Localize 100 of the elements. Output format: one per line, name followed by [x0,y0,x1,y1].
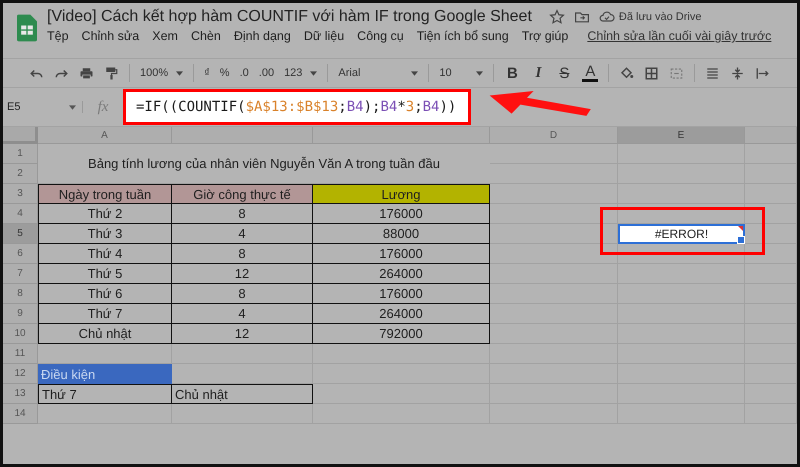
menu-item[interactable]: Trợ giúp [522,29,568,43]
percent-format-button[interactable]: % [220,67,230,79]
vertical-align-icon[interactable] [730,66,746,80]
grid-cell[interactable] [745,264,797,284]
menu-item[interactable]: Chèn [190,29,221,43]
table-cell: 792000 [313,324,490,344]
print-icon[interactable] [79,66,94,80]
row-header[interactable]: 5 [3,224,38,244]
align-icon[interactable] [705,66,720,80]
currency-format-button[interactable]: ₫ [204,67,210,79]
font-size-select[interactable]: 10 [439,67,484,79]
menu-item[interactable]: Tệp [47,29,69,43]
save-status: Đã lưu vào Drive [618,11,702,23]
column-header[interactable] [172,127,313,144]
caret-icon [69,104,76,110]
grid-cell[interactable] [745,384,797,404]
grid-cell[interactable] [745,284,797,304]
paint-roller-icon[interactable] [104,66,119,80]
text-style-button[interactable]: S [556,64,572,82]
table-cell: Thứ 3 [38,224,172,244]
zoom-select[interactable]: 100% [140,67,184,79]
grid-cell[interactable] [745,204,797,224]
row-header[interactable]: 11 [3,344,38,364]
grid-cell[interactable] [745,324,797,344]
merge-cells-icon[interactable] [669,66,684,80]
condition-label-cell: Điều kiện [38,364,172,384]
table-cell: Thứ 2 [38,204,172,224]
row-header[interactable]: 2 [3,164,38,184]
active-cell[interactable]: #ERROR! [618,224,745,244]
row-header[interactable]: 13 [3,384,38,404]
grid-cell[interactable] [313,384,490,404]
menu-item[interactable]: Tiện ích bổ sung [416,29,509,43]
grid-cell[interactable] [490,344,618,364]
fill-color-icon[interactable] [619,66,634,80]
menu-item[interactable]: Định dạng [234,29,291,43]
formula-field[interactable]: =IF((COUNTIF($A$13:$B$13;B4);B4*3;B4)) [123,89,471,125]
column-header[interactable] [313,127,490,144]
column-header[interactable]: A [38,127,172,144]
table-cell: 88000 [313,224,490,244]
text-style-button[interactable]: I [530,64,546,82]
row-header[interactable]: 14 [3,404,38,424]
table-cell: 4 [172,304,313,324]
name-box[interactable]: E5 [3,101,83,113]
font-select[interactable]: Arial [338,67,418,79]
menu-item[interactable]: Xem [152,29,178,43]
column-header[interactable]: E [618,127,745,144]
header-cell: Ngày trong tuần [38,184,172,204]
grid-cell[interactable] [313,364,490,384]
decrease-decimal-button[interactable]: .0 [240,67,249,79]
select-all-corner[interactable] [3,127,38,144]
table-cell: 4 [172,224,313,244]
borders-icon[interactable] [644,66,660,80]
grid-cell[interactable] [745,184,797,204]
number-format-select[interactable]: 123 [284,67,318,79]
row-header[interactable]: 4 [3,204,38,224]
grid-cell[interactable] [745,304,797,324]
grid-cell[interactable] [745,244,797,264]
text-style-button[interactable]: A [582,64,598,82]
grid-cell[interactable] [745,344,797,364]
grid-cell[interactable] [313,404,490,424]
column-header[interactable] [745,127,797,144]
row-header[interactable]: 7 [3,264,38,284]
star-icon[interactable] [548,9,565,25]
name-box-value: E5 [7,101,20,113]
header-cell: Giờ công thực tế [172,184,313,204]
row-header[interactable]: 3 [3,184,38,204]
increase-decimal-button[interactable]: .00 [258,67,274,79]
table-cell: Thứ 7 [38,304,172,324]
grid-cell[interactable] [745,404,797,424]
row-header[interactable]: 8 [3,284,38,304]
grid-cell[interactable] [745,364,797,384]
table-cell: 8 [172,284,313,304]
column-header[interactable]: D [490,127,618,144]
last-edit-link[interactable]: Chỉnh sửa lần cuối vài giây trước [587,29,772,43]
table-cell: 12 [172,324,313,344]
text-wrap-icon[interactable] [755,66,770,80]
table-cell: Thứ 7 [38,384,172,404]
table-cell: Chủ nhật [38,324,172,344]
row-header[interactable]: 10 [3,324,38,344]
row-header[interactable]: 9 [3,304,38,324]
menu-item[interactable]: Công cụ [357,29,404,43]
text-style-button[interactable]: B [504,64,520,82]
grid-cell[interactable] [745,164,797,184]
table-cell: Thứ 4 [38,244,172,264]
caret-icon [176,70,184,76]
table-cell: 176000 [313,204,490,224]
row-header[interactable]: 6 [3,244,38,264]
row-header[interactable]: 1 [3,144,38,164]
menu-item[interactable]: Dữ liệu [304,29,344,43]
sheets-logo-icon[interactable] [17,14,37,42]
table-cell: Chủ nhật [172,384,313,404]
caret-icon [411,70,418,76]
row-header[interactable]: 12 [3,364,38,384]
table-cell: 176000 [313,284,490,304]
table-cell: Thứ 5 [38,264,172,284]
caret-icon [476,70,484,76]
table-cell: 264000 [313,264,490,284]
menu-item[interactable]: Chỉnh sửa [82,29,140,43]
document-title[interactable]: [Video] Cách kết hợp hàm COUNTIF với hàm IF trong Google Sheet [47,8,532,26]
table-cell: 12 [172,264,313,284]
